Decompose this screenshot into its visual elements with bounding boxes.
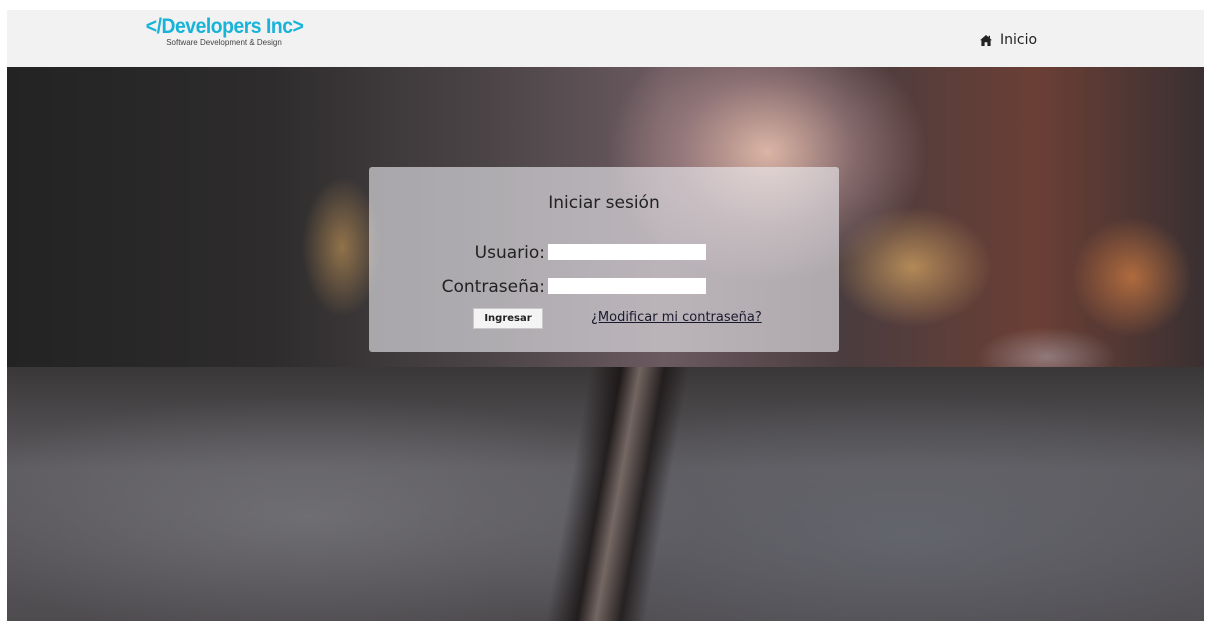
submit-button[interactable]: Ingresar xyxy=(473,308,543,329)
change-password-link[interactable]: ¿Modificar mi contraseña? xyxy=(591,310,762,325)
username-label: Usuario: xyxy=(474,243,545,263)
username-input[interactable] xyxy=(548,244,706,260)
login-panel: Iniciar sesión Usuario: Contraseña: Ingr… xyxy=(369,167,839,352)
nav-home-link[interactable]: Inicio xyxy=(980,32,1037,48)
hero-background-image: Iniciar sesión Usuario: Contraseña: Ingr… xyxy=(7,67,1204,621)
password-label: Contraseña: xyxy=(441,277,545,297)
password-input[interactable] xyxy=(548,278,706,294)
hero-street-ground xyxy=(7,367,1204,621)
page-frame: </Developers Inc> Software Development &… xyxy=(7,10,1204,621)
brand-logo[interactable]: </Developers Inc> Software Development &… xyxy=(139,16,309,48)
brand-name: </Developers Inc> xyxy=(145,15,304,38)
home-icon xyxy=(980,34,992,46)
top-navbar: </Developers Inc> Software Development &… xyxy=(7,10,1204,68)
nav-home-label: Inicio xyxy=(1000,32,1038,48)
login-title: Iniciar sesión xyxy=(548,193,660,213)
brand-tagline: Software Development & Design xyxy=(166,38,282,47)
